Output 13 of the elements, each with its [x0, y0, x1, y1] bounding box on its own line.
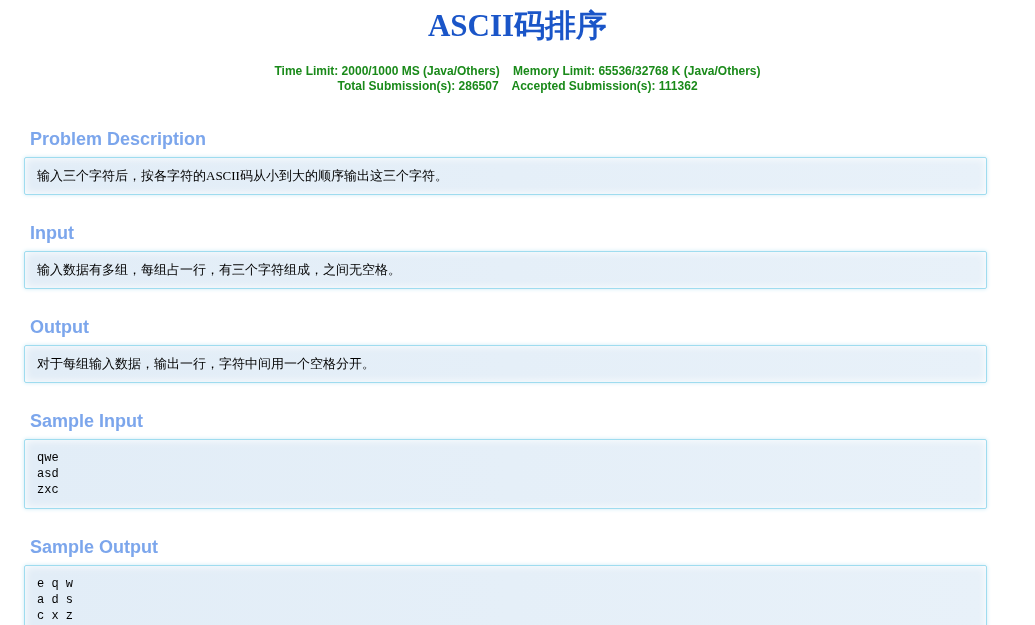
limits-line: Time Limit: 2000/1000 MS (Java/Others) Memory Limit: 65536/32768 K (Java/Others) [274, 64, 761, 79]
section-text: 对于每组输入数据，输出一行，字符中间用一个空格分开。 [24, 345, 987, 383]
section-text: 输入数据有多组，每组占一行，有三个字符组成，之间无空格。 [24, 251, 987, 289]
sample-block: qwe asd zxc [24, 439, 987, 509]
section-heading: Output [30, 316, 90, 338]
problem-title: ASCII码排序 [427, 7, 608, 45]
section-text: 输入三个字符后，按各字符的ASCII码从小到大的顺序输出这三个字符。 [24, 157, 987, 195]
section-heading: Input [30, 222, 75, 244]
section-heading: Sample Input [30, 410, 144, 432]
section-heading: Sample Output [30, 536, 159, 558]
limits-line: Total Submission(s): 286507 Accepted Submission(s): 111362 [337, 79, 698, 94]
section-heading: Problem Description [30, 128, 208, 150]
sample-block: e q w a d s c x z [24, 565, 987, 625]
